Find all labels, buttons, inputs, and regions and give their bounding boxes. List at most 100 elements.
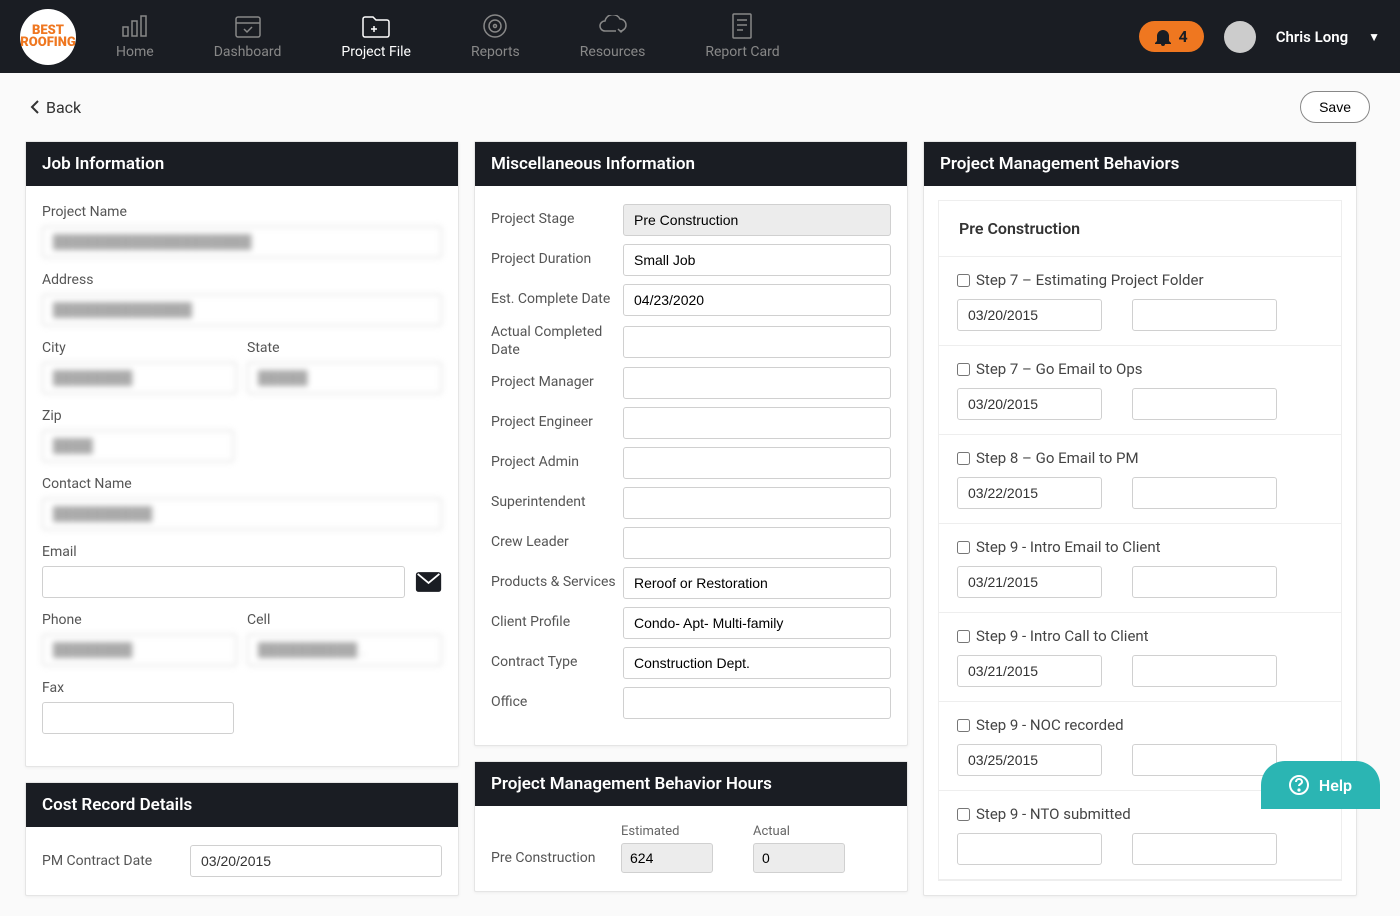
- phone-input[interactable]: [42, 634, 237, 666]
- nav-resources[interactable]: Resources: [580, 14, 646, 60]
- misc-label: Superintendent: [491, 494, 623, 512]
- misc-input[interactable]: [623, 244, 891, 276]
- nav-reports[interactable]: Reports: [471, 14, 520, 60]
- behavior-date1-input[interactable]: [957, 566, 1102, 598]
- behavior-label: Step 7 – Go Email to Ops: [976, 360, 1143, 378]
- behavior-date1-input[interactable]: [957, 655, 1102, 687]
- hrs-estimated-input[interactable]: [621, 843, 713, 873]
- behavior-date1-input[interactable]: [957, 833, 1102, 865]
- misc-input[interactable]: [623, 647, 891, 679]
- nav-project-file[interactable]: Project File: [341, 14, 411, 60]
- user-name: Chris Long: [1276, 28, 1348, 46]
- behavior-checkbox[interactable]: [957, 452, 970, 465]
- label-state: State: [247, 340, 442, 356]
- behavior-date1-input[interactable]: [957, 299, 1102, 331]
- page-toolbar: Back Save: [0, 73, 1400, 141]
- misc-input[interactable]: [623, 487, 891, 519]
- bell-icon: [1155, 28, 1171, 46]
- misc-input[interactable]: [623, 567, 891, 599]
- behavior-checkbox[interactable]: [957, 541, 970, 554]
- misc-row: Est. Complete Date: [491, 284, 891, 316]
- behavior-checkbox[interactable]: [957, 808, 970, 821]
- misc-input[interactable]: [623, 447, 891, 479]
- behavior-item: Step 9 - Intro Call to Client: [939, 613, 1341, 702]
- misc-input[interactable]: [623, 687, 891, 719]
- nav-home[interactable]: Home: [116, 14, 154, 60]
- app-header: BEST ROOFING Home Dashboard Project File…: [0, 0, 1400, 73]
- behavior-date2-input[interactable]: [1132, 477, 1277, 509]
- misc-input[interactable]: [623, 607, 891, 639]
- misc-input[interactable]: [623, 527, 891, 559]
- zip-input[interactable]: [42, 430, 234, 462]
- behavior-label: Step 7 – Estimating Project Folder: [976, 271, 1204, 289]
- misc-row: Office: [491, 687, 891, 719]
- help-button[interactable]: Help: [1261, 761, 1380, 809]
- label-phone: Phone: [42, 612, 237, 628]
- state-input[interactable]: [247, 362, 442, 394]
- misc-row: Contract Type: [491, 647, 891, 679]
- behavior-label: Step 9 - Intro Email to Client: [976, 538, 1161, 556]
- avatar[interactable]: [1224, 21, 1256, 53]
- misc-row: Client Profile: [491, 607, 891, 639]
- misc-label: Office: [491, 694, 623, 712]
- label-city: City: [42, 340, 237, 356]
- behavior-date2-input[interactable]: [1132, 388, 1277, 420]
- behavior-date2-input[interactable]: [1132, 566, 1277, 598]
- behavior-date2-input[interactable]: [1132, 299, 1277, 331]
- misc-input[interactable]: [623, 367, 891, 399]
- fax-input[interactable]: [42, 702, 234, 734]
- behavior-date1-input[interactable]: [957, 744, 1102, 776]
- contact-name-input[interactable]: [42, 498, 442, 530]
- behavior-date1-input[interactable]: [957, 388, 1102, 420]
- panel-title: Job Information: [26, 142, 458, 186]
- nav-report-card[interactable]: Report Card: [705, 14, 779, 60]
- save-button[interactable]: Save: [1300, 91, 1370, 123]
- nav-label: Dashboard: [214, 44, 282, 60]
- main-nav: Home Dashboard Project File Reports Reso…: [116, 14, 1139, 60]
- nav-label: Project File: [341, 44, 411, 60]
- cell-input[interactable]: [247, 634, 442, 666]
- misc-row: Project Admin: [491, 447, 891, 479]
- project-name-input[interactable]: [42, 226, 442, 258]
- label-contact-name: Contact Name: [42, 476, 442, 492]
- city-input[interactable]: [42, 362, 237, 394]
- pm-contract-date-input[interactable]: [190, 845, 442, 877]
- label-cell: Cell: [247, 612, 442, 628]
- chevron-down-icon[interactable]: ▼: [1368, 30, 1380, 44]
- behavior-date2-input[interactable]: [1132, 744, 1277, 776]
- nav-label: Resources: [580, 44, 646, 60]
- mail-icon[interactable]: [415, 570, 442, 594]
- misc-input[interactable]: [623, 407, 891, 439]
- nav-label: Report Card: [705, 44, 779, 60]
- behavior-checkbox[interactable]: [957, 630, 970, 643]
- label-pm-contract-date: PM Contract Date: [42, 853, 172, 869]
- target-icon: [483, 14, 507, 38]
- behavior-date2-input[interactable]: [1132, 833, 1277, 865]
- hrs-label: Pre Construction: [491, 850, 621, 866]
- behavior-label: Step 9 - Intro Call to Client: [976, 627, 1149, 645]
- behaviors-section-header: Pre Construction: [938, 200, 1342, 256]
- misc-input[interactable]: [623, 204, 891, 236]
- nav-dashboard[interactable]: Dashboard: [214, 14, 282, 60]
- back-button[interactable]: Back: [30, 98, 81, 117]
- misc-info-panel: Miscellaneous Information Project StageP…: [474, 141, 908, 746]
- address-input[interactable]: [42, 294, 442, 326]
- email-input[interactable]: [42, 566, 405, 598]
- behavior-checkbox[interactable]: [957, 719, 970, 732]
- job-information-panel: Job Information Project Name Address Cit…: [25, 141, 459, 767]
- behavior-item: Step 7 – Go Email to Ops: [939, 346, 1341, 435]
- calendar-check-icon: [235, 14, 261, 38]
- help-icon: [1289, 775, 1309, 795]
- behavior-date1-input[interactable]: [957, 477, 1102, 509]
- notification-badge[interactable]: 4: [1139, 21, 1204, 52]
- behavior-date2-input[interactable]: [1132, 655, 1277, 687]
- misc-input[interactable]: [623, 326, 891, 358]
- cloud-icon: [598, 14, 628, 38]
- behavior-checkbox[interactable]: [957, 274, 970, 287]
- nav-label: Reports: [471, 44, 520, 60]
- label-fax: Fax: [42, 680, 234, 696]
- behavior-checkbox[interactable]: [957, 363, 970, 376]
- misc-input[interactable]: [623, 284, 891, 316]
- label-project-name: Project Name: [42, 204, 442, 220]
- hrs-actual-input[interactable]: [753, 843, 845, 873]
